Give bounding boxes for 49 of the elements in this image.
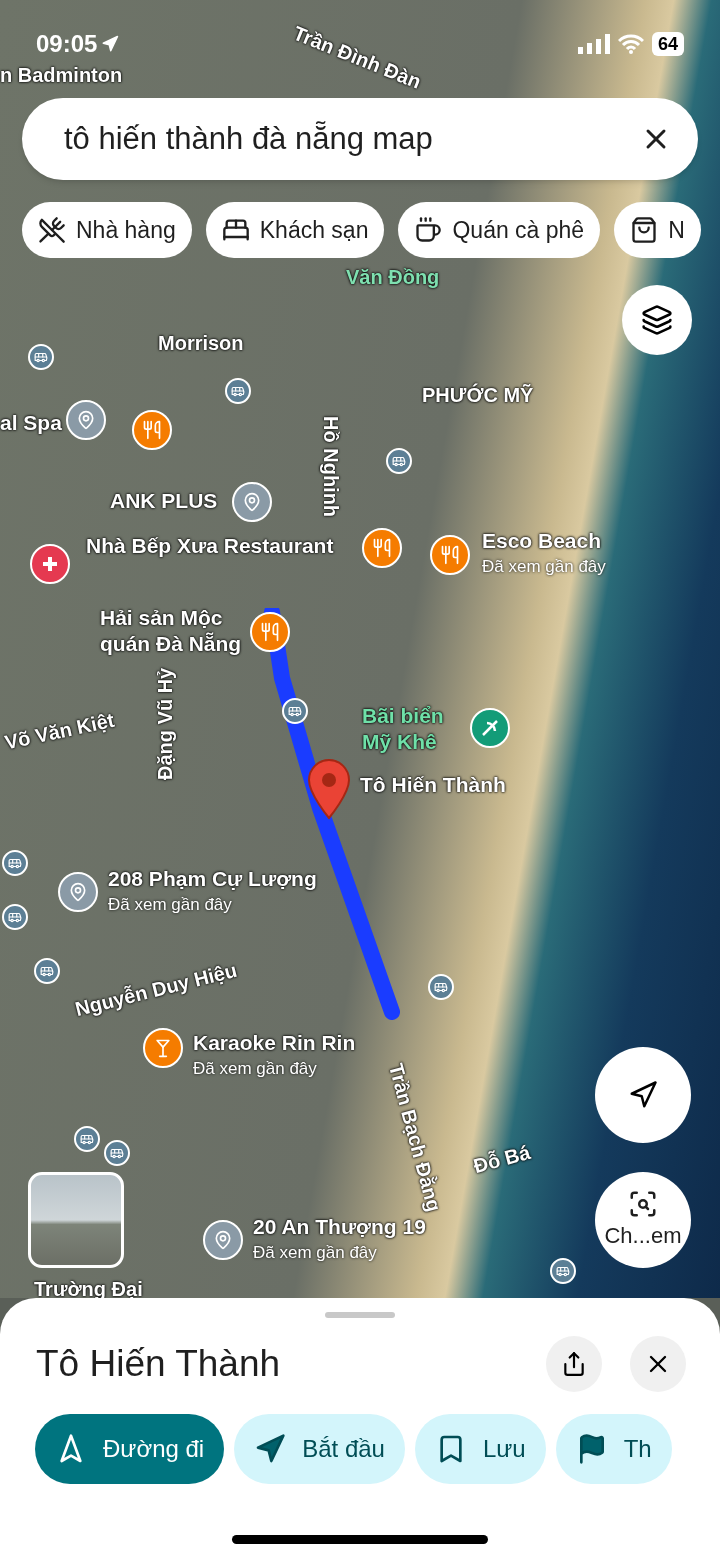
place-name[interactable]: 20 An Thượng 19	[253, 1214, 453, 1240]
fork-knife-icon	[38, 216, 66, 244]
place-name[interactable]: Hải sản Mộc quán Đà Nẵng	[100, 605, 250, 657]
layers-icon	[641, 304, 673, 336]
action-button[interactable]: Lưu	[414, 1414, 546, 1484]
place-subtitle: Đã xem gần đây	[193, 1058, 318, 1080]
bag-icon	[630, 216, 659, 244]
place-name[interactable]: ANK PLUS	[110, 488, 230, 514]
street-label: Đặng Vũ Hỷ	[154, 667, 176, 780]
street-label: Văn Đồng	[346, 266, 440, 288]
place-subtitle: Đã xem gần đây	[482, 556, 607, 578]
place-name[interactable]: Tô Hiến Thành	[360, 772, 560, 798]
arrow-icon	[254, 1433, 287, 1465]
place-name[interactable]: Karaoke Rin Rin	[193, 1030, 393, 1056]
street-label: Nguyễn Duy Hiệu	[72, 958, 239, 1021]
action-button[interactable]: Th	[555, 1414, 672, 1484]
street-label: n Badminton	[0, 64, 123, 86]
street-label: Võ Văn Kiệt	[2, 708, 117, 754]
category-chip[interactable]: Quán cà phê	[398, 202, 601, 258]
street-label: Hồ Nghinh	[320, 416, 342, 518]
place-name[interactable]: Bãi biển Mỹ Khê	[362, 703, 472, 755]
action-button[interactable]: Đường đi	[35, 1414, 225, 1484]
action-button[interactable]: Bắt đầu	[234, 1414, 405, 1484]
place-subtitle: Đã xem gần đây	[253, 1242, 378, 1264]
street-view-thumbnail[interactable]	[28, 1172, 124, 1268]
share-button[interactable]	[546, 1336, 602, 1392]
place-name[interactable]: Nhà Bếp Xưa Restaurant	[86, 533, 366, 559]
category-chip[interactable]: Nhà hàng	[22, 202, 192, 258]
street-label: PHƯỚC MỸ	[422, 384, 534, 406]
street-label: Morrison	[158, 332, 244, 354]
place-name[interactable]: 208 Phạm Cự Lượng	[108, 866, 348, 892]
place-subtitle: Đã xem gần đây	[108, 894, 233, 916]
navigation-arrow-icon	[628, 1080, 658, 1110]
category-chip[interactable]: Khách sạn	[205, 202, 385, 258]
street-label: Đỗ Bá	[471, 1140, 533, 1178]
place-title: Tô Hiến Thành	[36, 1342, 282, 1387]
street-label: Trường Đại	[34, 1278, 143, 1300]
status-time: 09:05	[36, 29, 98, 59]
close-button[interactable]	[630, 1336, 686, 1392]
location-arrow-icon	[101, 35, 120, 53]
street-label: Trần Đình Đàn	[290, 21, 425, 93]
battery-level: 64	[651, 32, 684, 56]
wifi-icon	[617, 34, 644, 54]
search-field[interactable]: tô hiến thành đà nẵng map	[22, 98, 698, 180]
cup-icon	[414, 216, 443, 244]
share-icon	[561, 1351, 587, 1377]
street-label: Trần Bạch Đằng	[384, 1061, 446, 1214]
signal-icon	[577, 34, 610, 54]
place-name[interactable]: al Spa	[0, 410, 70, 436]
